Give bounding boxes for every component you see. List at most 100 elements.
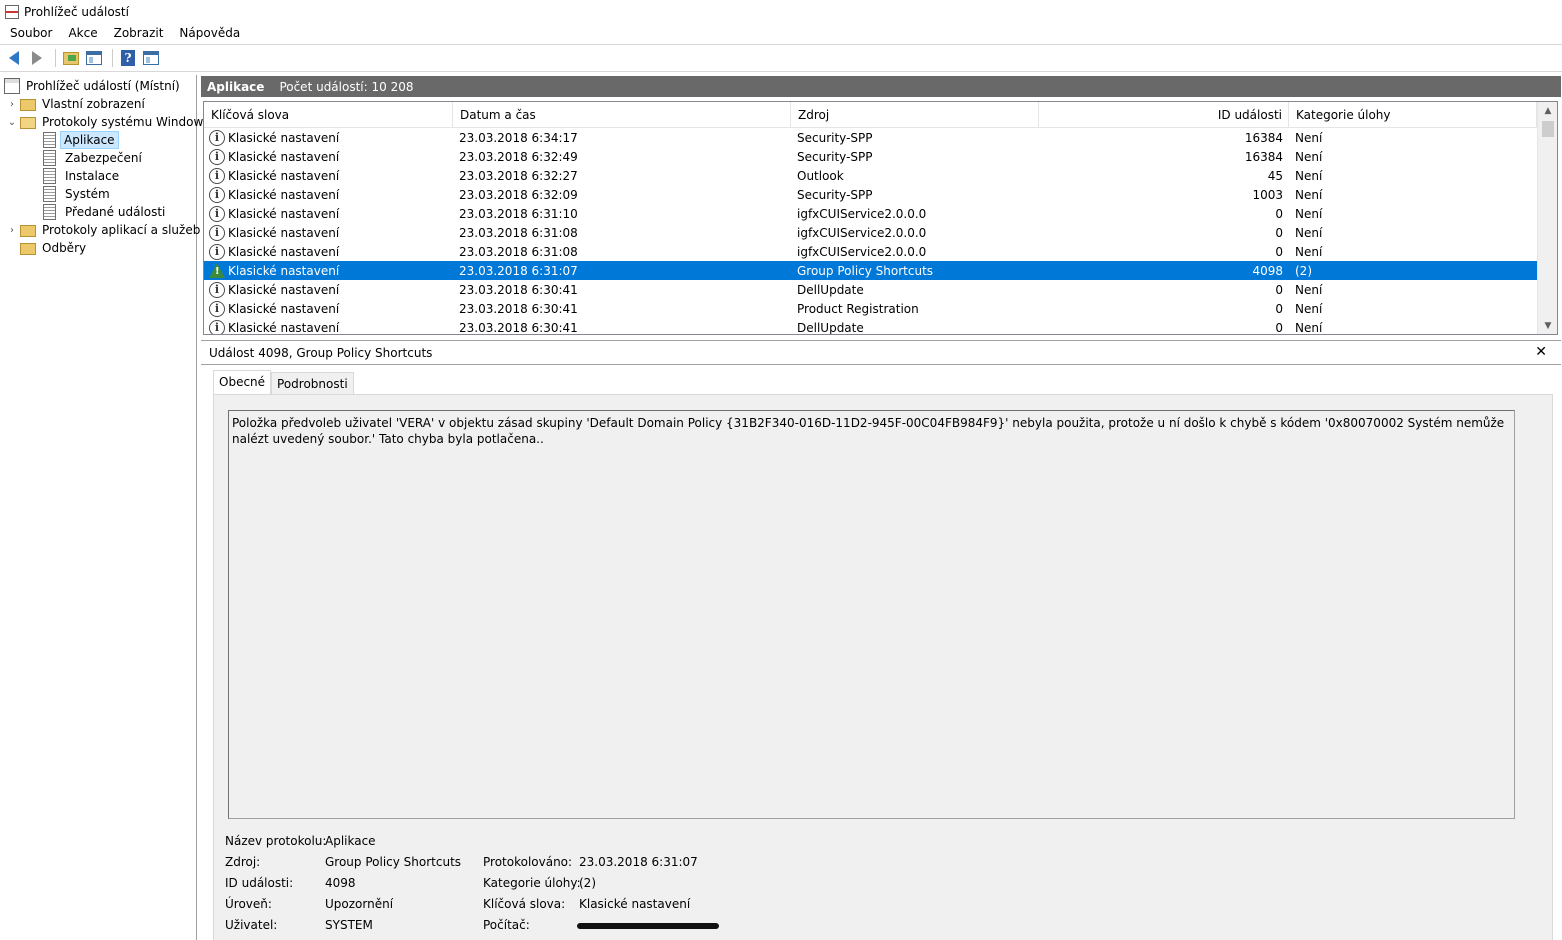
cell-source: Group Policy Shortcuts bbox=[797, 263, 934, 278]
menu-soubor[interactable]: Soubor bbox=[0, 23, 60, 44]
chevron-down-icon[interactable]: ⌄ bbox=[6, 116, 18, 128]
cell-keywords: i Klasické nastavení bbox=[204, 243, 453, 260]
cell-event-id: 0 bbox=[1275, 244, 1283, 259]
table-row[interactable]: i Klasické nastavení 23.03.2018 6:32:49 Sec… bbox=[204, 147, 1537, 166]
open-folder-icon bbox=[20, 117, 36, 129]
cell-datetime: 23.03.2018 6:31:10 bbox=[459, 206, 578, 221]
cell-event-id: 0 bbox=[1275, 320, 1283, 335]
table-row[interactable]: i Klasické nastavení 23.03.2018 6:30:41 Del… bbox=[204, 280, 1537, 299]
cell-datetime: 23.03.2018 6:30:41 bbox=[459, 301, 578, 316]
log-name-value: Aplikace bbox=[325, 834, 376, 848]
tree-item-app-services-logs[interactable]: › Protokoly aplikací a služeb bbox=[6, 221, 205, 239]
event-description[interactable]: Položka předvoleb uživatel 'VERA' v obje… bbox=[228, 410, 1515, 819]
tree-item-zabezpeceni[interactable]: Zabezpečení bbox=[43, 149, 147, 167]
show-hide-tree-button[interactable] bbox=[84, 48, 104, 68]
table-row[interactable]: i Klasické nastavení 23.03.2018 6:31:10 igf… bbox=[204, 204, 1537, 223]
level-value: Upozornění bbox=[325, 897, 394, 911]
tree-item-system[interactable]: Systém bbox=[43, 185, 115, 203]
table-row[interactable]: Klasické nastavení 23.03.2018 6:31:07 Grou… bbox=[204, 261, 1537, 280]
cell-source: Security-SPP bbox=[797, 149, 873, 164]
column-header-source[interactable]: Zdroj bbox=[791, 102, 1039, 128]
tree-item-label: Protokoly systému Windows bbox=[42, 115, 210, 129]
info-icon: i bbox=[209, 243, 225, 260]
table-row[interactable]: i Klasické nastavení 23.03.2018 6:30:41 Pro… bbox=[204, 299, 1537, 318]
forward-button[interactable] bbox=[27, 48, 47, 68]
cell-keywords: i Klasické nastavení bbox=[204, 167, 453, 184]
log-header-bar: Aplikace Počet událostí: 10 208 bbox=[201, 76, 1561, 97]
table-row[interactable]: i Klasické nastavení 23.03.2018 6:32:09 Sec… bbox=[204, 185, 1537, 204]
column-header-event-id[interactable]: ID události bbox=[1039, 102, 1289, 128]
forward-icon bbox=[32, 51, 42, 65]
log-icon bbox=[43, 186, 56, 202]
menu-zobrazit[interactable]: Zobrazit bbox=[106, 23, 172, 44]
table-row[interactable]: i Klasické nastavení 23.03.2018 6:31:08 igf… bbox=[204, 223, 1537, 242]
cell-keywords-text: Klasické nastavení bbox=[228, 168, 340, 183]
chevron-right-icon[interactable]: › bbox=[6, 224, 18, 236]
cell-event-id: 0 bbox=[1275, 301, 1283, 316]
cell-keywords: Klasické nastavení bbox=[204, 263, 453, 278]
user-value: SYSTEM bbox=[325, 918, 373, 932]
cell-task-category: Není bbox=[1295, 130, 1323, 145]
cell-event-id: 0 bbox=[1275, 282, 1283, 297]
info-icon: i bbox=[209, 148, 225, 165]
column-header-task-category[interactable]: Kategorie úlohy bbox=[1289, 102, 1537, 128]
cell-keywords-text: Klasické nastavení bbox=[228, 282, 340, 297]
logged-value: 23.03.2018 6:31:07 bbox=[579, 855, 698, 869]
back-icon bbox=[9, 51, 19, 65]
logged-label: Protokolováno: bbox=[483, 855, 573, 869]
back-button[interactable] bbox=[4, 48, 24, 68]
menu-akce[interactable]: Akce bbox=[60, 23, 105, 44]
cell-datetime: 23.03.2018 6:30:41 bbox=[459, 282, 578, 297]
cell-keywords-text: Klasické nastavení bbox=[228, 149, 340, 164]
cell-keywords-text: Klasické nastavení bbox=[228, 206, 340, 221]
log-icon bbox=[43, 132, 56, 148]
close-icon[interactable]: ✕ bbox=[1535, 344, 1547, 360]
help-button[interactable]: ? bbox=[118, 48, 138, 68]
computer-label: Počítač: bbox=[483, 918, 530, 932]
detail-title-bar: Událost 4098, Group Policy Shortcuts bbox=[201, 341, 1561, 365]
open-folder-button[interactable] bbox=[61, 48, 81, 68]
table-row[interactable]: i Klasické nastavení 23.03.2018 6:30:41 Del… bbox=[204, 318, 1537, 335]
column-header-datetime[interactable]: Datum a čas bbox=[453, 102, 791, 128]
scroll-up-icon[interactable]: ▲ bbox=[1538, 102, 1557, 119]
info-icon: i bbox=[209, 224, 225, 241]
cell-task-category: Není bbox=[1295, 187, 1323, 202]
vertical-scrollbar[interactable]: ▲ ▼ bbox=[1537, 102, 1557, 334]
info-icon: i bbox=[209, 205, 225, 222]
table-row[interactable]: i Klasické nastavení 23.03.2018 6:32:27 Out… bbox=[204, 166, 1537, 185]
tree-item-instalace[interactable]: Instalace bbox=[43, 167, 124, 185]
cell-source: DellUpdate bbox=[797, 320, 864, 335]
event-detail-pane: Událost 4098, Group Policy Shortcuts ✕ O… bbox=[201, 340, 1561, 940]
task-category-value: (2) bbox=[579, 876, 596, 890]
cell-source: igfxCUIService2.0.0.0 bbox=[797, 225, 927, 240]
cell-keywords: i Klasické nastavení bbox=[204, 224, 453, 241]
menu-napoveda[interactable]: Nápověda bbox=[171, 23, 248, 44]
table-row[interactable]: i Klasické nastavení 23.03.2018 6:34:17 Sec… bbox=[204, 128, 1537, 147]
show-hide-tree-icon bbox=[86, 51, 102, 65]
cell-task-category: Není bbox=[1295, 244, 1323, 259]
info-icon: i bbox=[209, 300, 225, 317]
toolbar: ? bbox=[0, 44, 1562, 72]
chevron-right-icon[interactable]: › bbox=[6, 98, 18, 110]
cell-event-id: 16384 bbox=[1244, 130, 1283, 145]
cell-datetime: 23.03.2018 6:30:41 bbox=[459, 320, 578, 335]
cell-event-id: 16384 bbox=[1244, 149, 1283, 164]
cell-datetime: 23.03.2018 6:32:27 bbox=[459, 168, 578, 183]
cell-keywords: i Klasické nastavení bbox=[204, 319, 453, 334]
cell-source: igfxCUIService2.0.0.0 bbox=[797, 244, 927, 259]
tab-details[interactable]: Podrobnosti bbox=[271, 372, 354, 394]
tree-item-forwarded-events[interactable]: Předané události bbox=[43, 203, 170, 221]
tree-item-subscriptions[interactable]: Odběry bbox=[20, 239, 91, 257]
tree-item-aplikace[interactable]: Aplikace bbox=[43, 131, 119, 149]
scroll-down-icon[interactable]: ▼ bbox=[1538, 317, 1557, 334]
column-header-keywords[interactable]: Klíčová slova bbox=[204, 102, 453, 128]
tree-item-root[interactable]: Prohlížeč událostí (Místní) bbox=[4, 77, 185, 95]
tab-general[interactable]: Obecné bbox=[213, 370, 272, 394]
tree-item-custom-views[interactable]: › Vlastní zobrazení bbox=[6, 95, 150, 113]
user-label: Uživatel: bbox=[225, 918, 278, 932]
show-hide-action-pane-button[interactable] bbox=[141, 48, 161, 68]
scroll-thumb[interactable] bbox=[1542, 121, 1554, 137]
table-row[interactable]: i Klasické nastavení 23.03.2018 6:31:08 igf… bbox=[204, 242, 1537, 261]
tree-item-windows-logs[interactable]: ⌄ Protokoly systému Windows bbox=[6, 113, 215, 131]
events-table: Klíčová slova Datum a čas Zdroj ID událo… bbox=[203, 101, 1558, 335]
